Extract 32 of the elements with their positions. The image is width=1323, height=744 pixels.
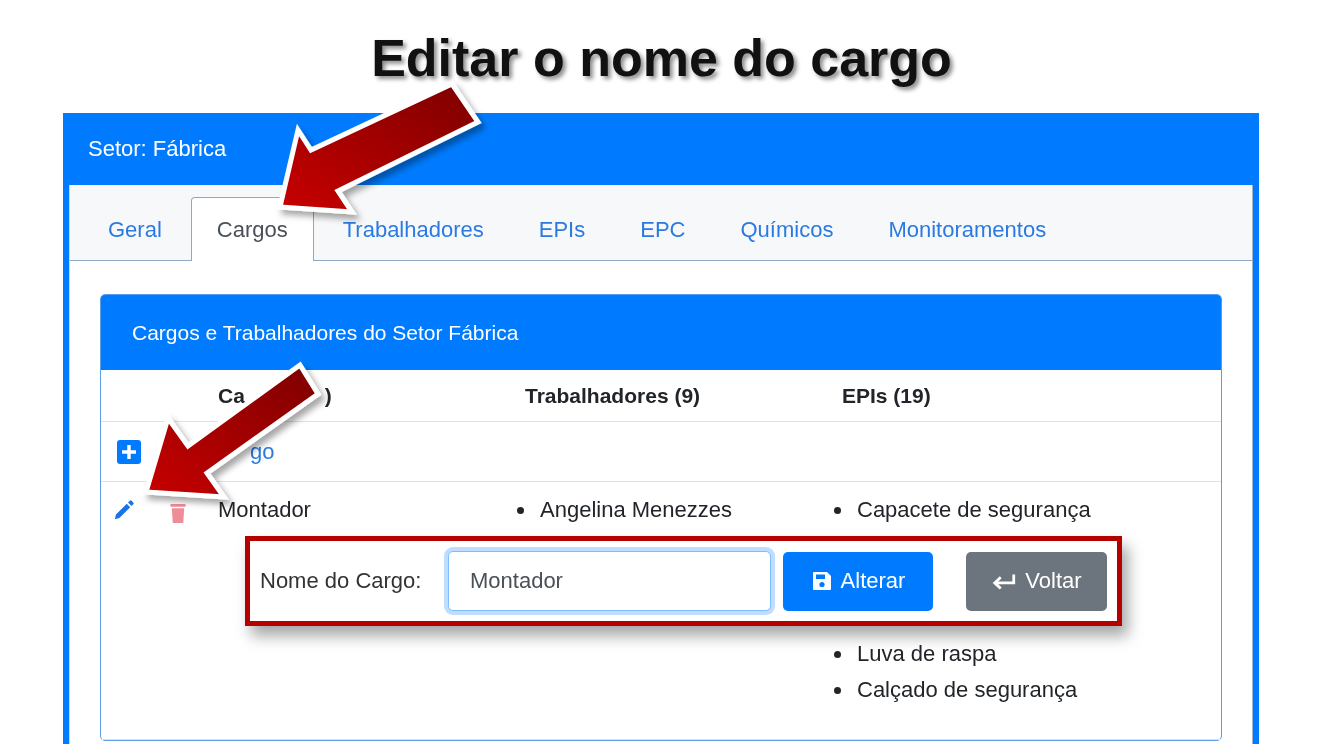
trash-icon[interactable] <box>170 502 186 524</box>
add-link[interactable]: go <box>250 438 275 464</box>
tab[interactable]: Monitoramentos <box>862 197 1073 261</box>
save-button[interactable]: Alterar <box>783 551 933 611</box>
panel-title: Cargos e Trabalhadores do Setor Fábrica <box>132 320 519 345</box>
tab[interactable]: Geral <box>82 197 188 261</box>
column-header: Trabalhadores (9) <box>525 383 701 408</box>
tab[interactable]: Cargos <box>190 197 314 261</box>
tab[interactable]: EPC <box>614 197 712 261</box>
bullet-icon <box>834 650 841 658</box>
bullet-icon <box>834 686 841 694</box>
bullet-icon <box>834 506 841 514</box>
list-item: Luva de raspa <box>857 641 997 667</box>
tab[interactable]: Trabalhadores <box>316 197 510 261</box>
list-item: Calçado de segurança <box>857 677 1078 703</box>
back-button[interactable]: Voltar <box>966 551 1107 611</box>
list-item: Angelina Menezzes <box>540 497 732 523</box>
tab[interactable]: EPIs <box>512 197 612 261</box>
list-item: Capacete de segurança <box>857 497 1091 523</box>
table-cell: Montador <box>218 497 311 522</box>
plus-square-icon[interactable] <box>117 439 141 464</box>
column-header: Ca <box>218 383 245 408</box>
card-title: Setor: Fábrica <box>88 136 227 162</box>
tab[interactable]: Químicos <box>714 197 860 261</box>
field-label: Nome do Cargo: <box>260 568 422 594</box>
pencil-icon[interactable] <box>113 499 135 521</box>
input-field[interactable]: Montador <box>448 551 771 611</box>
column-header: ) <box>324 383 332 408</box>
slide-title: Editar o nome do cargo <box>371 29 952 87</box>
column-header: EPIs (19) <box>842 383 931 408</box>
bullet-icon <box>517 506 524 514</box>
return-arrow-icon <box>991 572 1018 590</box>
